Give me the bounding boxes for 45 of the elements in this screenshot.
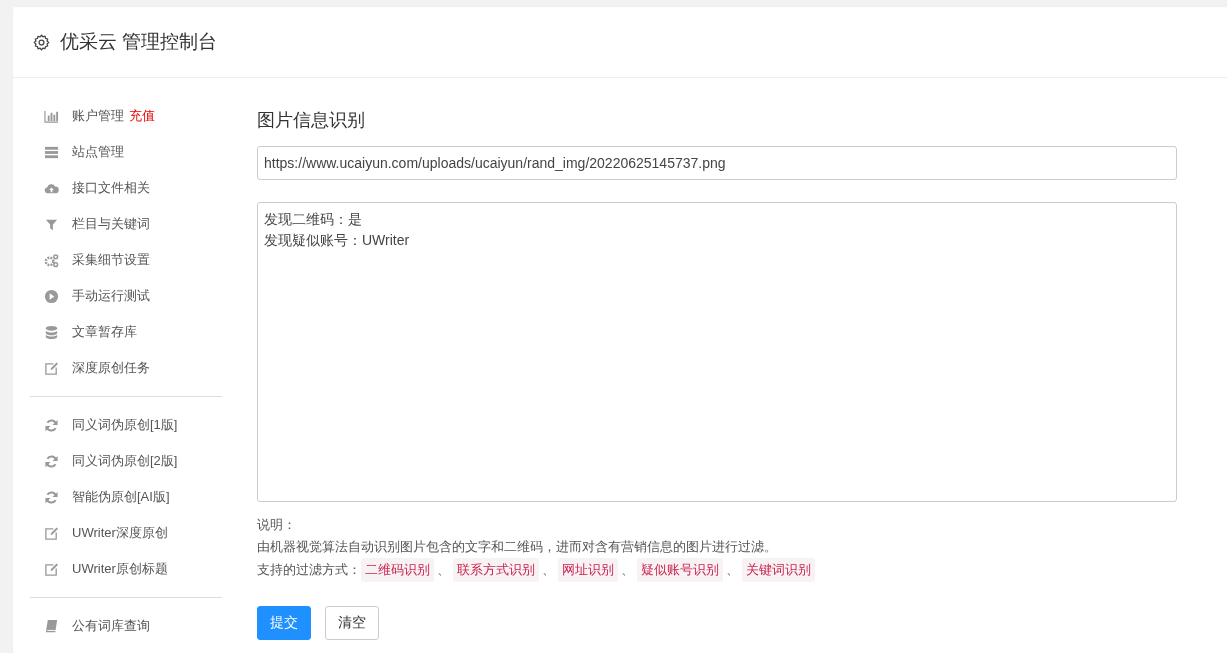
- sidebar-item[interactable]: UWriter原创标题: [30, 551, 168, 587]
- edit-icon: [44, 360, 59, 376]
- sidebar-item[interactable]: 同义词伪原创[1版]: [30, 407, 178, 443]
- section-title: 图片信息识别: [257, 109, 366, 132]
- url-field[interactable]: https://www.ucaiyun.com/uploads/ucaiyun/rand_img/20220625145737.png: [257, 146, 1177, 180]
- filter-tag: 疑似账号识别: [637, 558, 723, 582]
- separator: 、: [437, 561, 450, 579]
- sidebar-item[interactable]: 文章暂存库: [30, 314, 137, 350]
- refresh-icon: [44, 489, 59, 505]
- sidebar-item[interactable]: 深度原创任务: [30, 350, 150, 386]
- result-line: 发现疑似账号：UWriter: [264, 231, 410, 250]
- sidebar-item[interactable]: 手动运行测试: [30, 278, 150, 314]
- filter-tag: 网址识别: [558, 558, 618, 582]
- sidebar-item[interactable]: 站点管理: [30, 134, 124, 170]
- edit-icon: [44, 561, 59, 577]
- play-icon: [44, 288, 59, 304]
- sidebar-item[interactable]: 公有词库查询: [30, 608, 150, 644]
- notes-label: 说明：: [257, 516, 297, 534]
- chart-icon: [44, 108, 59, 124]
- sidebar-item[interactable]: 同义词伪原创[2版]: [30, 443, 178, 479]
- separator: 、: [621, 561, 634, 579]
- book-icon: [44, 618, 59, 634]
- separator: 、: [542, 561, 555, 579]
- sidebar-item[interactable]: 智能伪原创[AI版]: [30, 479, 170, 515]
- filter-tag: 二维码识别: [361, 558, 434, 582]
- result-line: 发现二维码：是: [264, 210, 362, 229]
- server-icon: [44, 144, 59, 160]
- page-title: 优采云 管理控制台: [60, 30, 218, 54]
- sidebar-item[interactable]: 采集细节设置: [30, 242, 150, 278]
- sidebar-item[interactable]: 接口文件相关: [30, 170, 150, 206]
- separator: 、: [726, 561, 739, 579]
- sidebar-item[interactable]: UWriter深度原创: [30, 515, 168, 551]
- edit-icon: [44, 525, 59, 541]
- result-textarea[interactable]: 发现二维码：是 发现疑似账号：UWriter: [257, 202, 1177, 502]
- sidebar-item[interactable]: 栏目与关键词: [30, 206, 150, 242]
- filters-label: 支持的过滤方式：: [257, 561, 361, 579]
- database-icon: [44, 324, 59, 340]
- clear-button[interactable]: 清空: [325, 606, 379, 640]
- refresh-icon: [44, 453, 59, 469]
- refresh-icon: [44, 417, 59, 433]
- filter-tag: 关键词识别: [742, 558, 815, 582]
- description-text: 由机器视觉算法自动识别图片包含的文字和二维码，进而对含有营销信息的图片进行过滤。: [257, 538, 778, 556]
- sidebar-item[interactable]: 账户管理 充值: [30, 98, 155, 134]
- filter-tag: 联系方式识别: [453, 558, 539, 582]
- settings-icon: [33, 33, 50, 51]
